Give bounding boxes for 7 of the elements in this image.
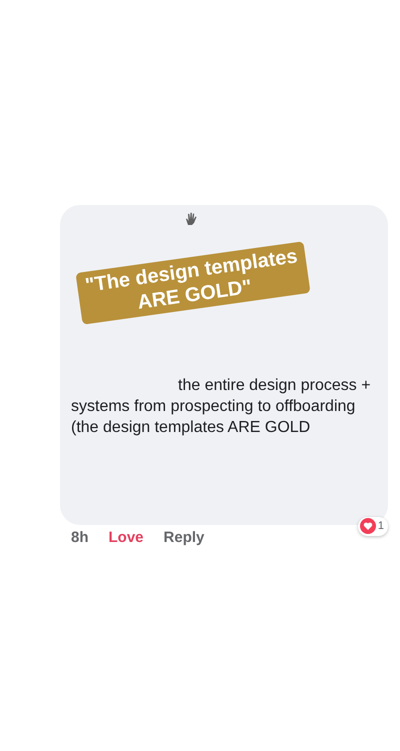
love-link[interactable]: Love — [108, 527, 144, 550]
reply-link[interactable]: Reply — [164, 527, 204, 550]
comment-text: the entire design process + systems from prospecting to offboarding (the design templates ARE GOLD — [71, 376, 371, 438]
hand-icon — [185, 212, 197, 226]
reaction-count[interactable]: 1 — [358, 517, 388, 536]
timestamp: 8h — [71, 528, 89, 548]
sticker-text: "The design templates ARE GOLD" — [76, 241, 310, 325]
